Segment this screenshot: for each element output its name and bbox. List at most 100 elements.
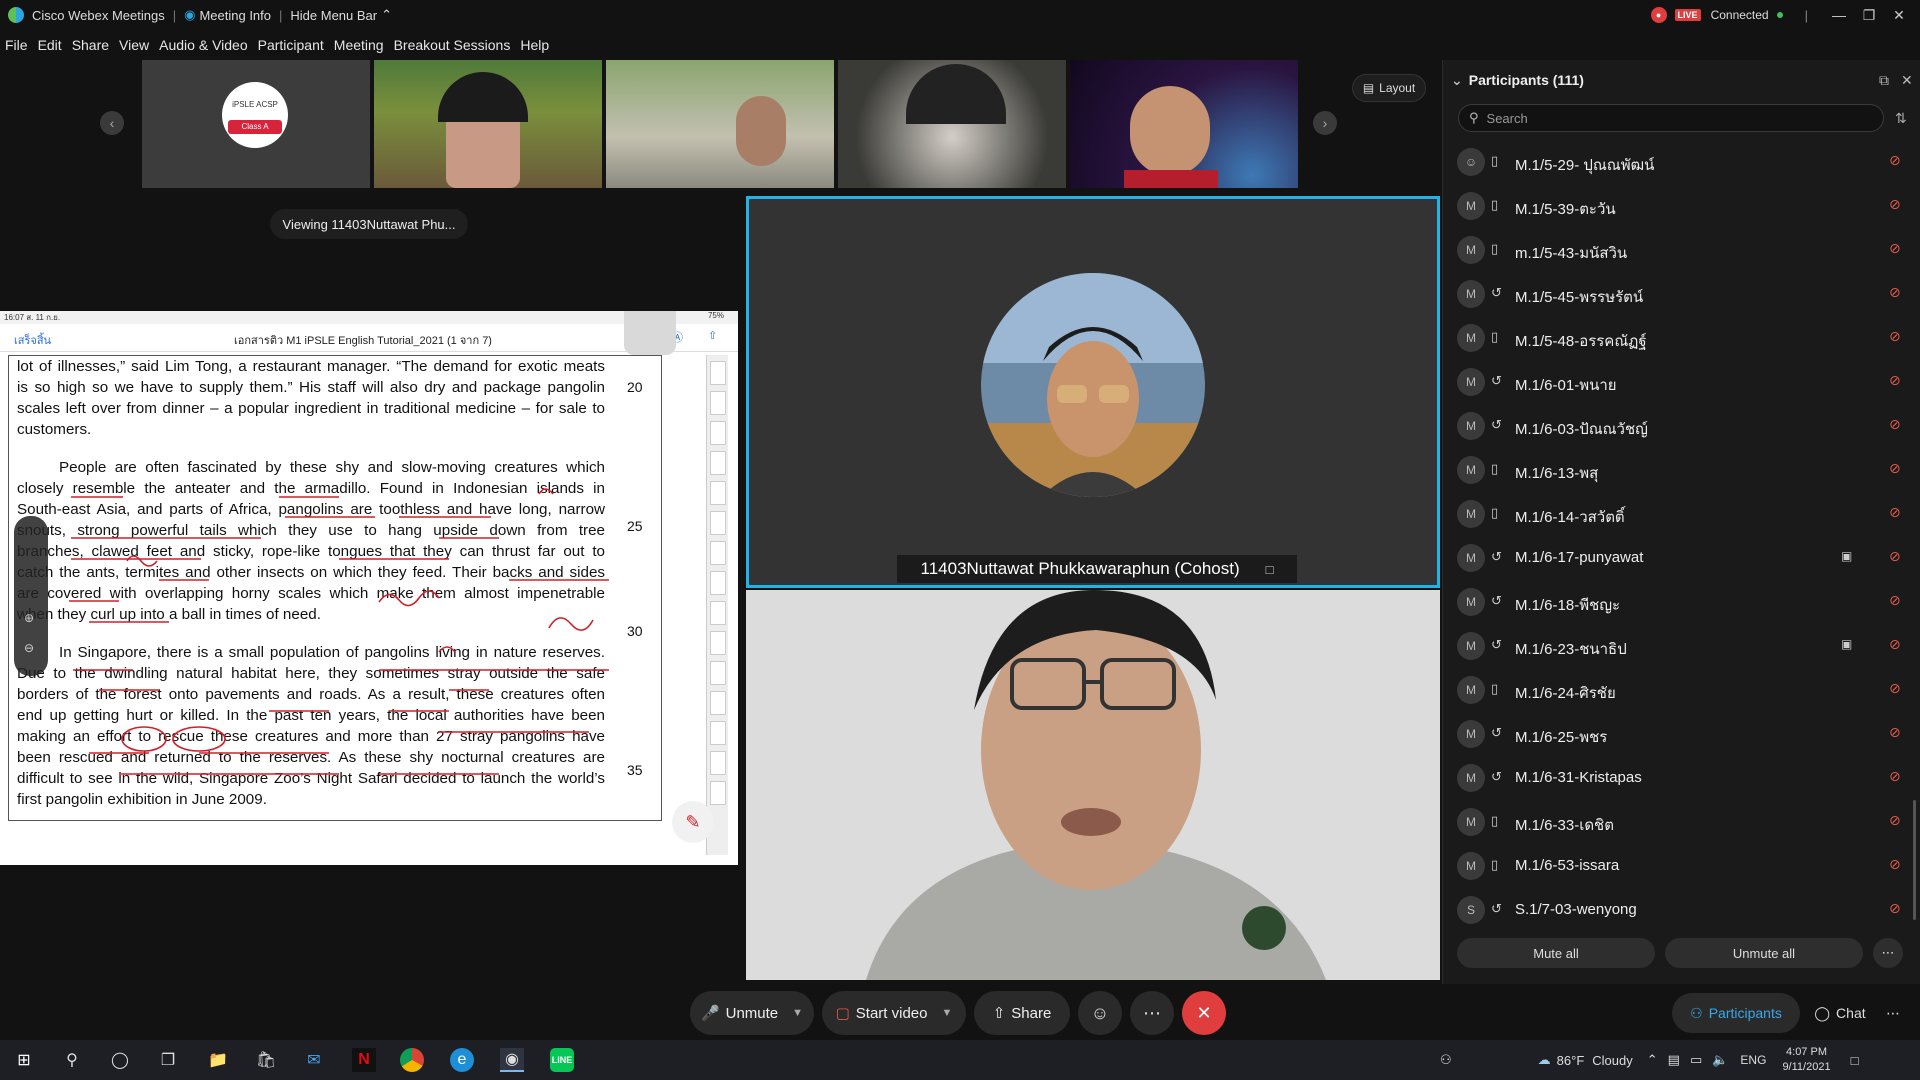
menu-share[interactable]: Share: [72, 37, 109, 53]
muted-mic-icon[interactable]: ⊘: [1889, 680, 1901, 697]
clock[interactable]: 4:07 PM 9/11/2021: [1782, 1045, 1830, 1075]
share-icon[interactable]: ⇧: [708, 329, 717, 342]
video-thumb-3[interactable]: [606, 60, 834, 188]
collapse-chevron-icon[interactable]: ⌄: [1451, 72, 1463, 89]
menu-participant[interactable]: Participant: [258, 37, 324, 53]
participant-row[interactable]: M ▯ M.1/5-39-ตะวัน ⊘: [1443, 184, 1920, 228]
video-thumb-2[interactable]: [374, 60, 602, 188]
input-language[interactable]: ENG: [1740, 1053, 1766, 1067]
muted-mic-icon[interactable]: ⊘: [1889, 856, 1901, 873]
shared-content[interactable]: 16:07 ส. 11 ก.ย. 75% เสร็จสิ้น เอกสารติว…: [0, 311, 738, 865]
page-thumbnails[interactable]: [706, 355, 728, 855]
presenter-video-tile[interactable]: [746, 590, 1440, 980]
chat-tab[interactable]: ◯ Chat: [1802, 993, 1878, 1033]
unmute-all-button[interactable]: Unmute all: [1665, 938, 1863, 968]
meeting-info-button[interactable]: Meeting Info: [199, 8, 271, 23]
close-panel-icon[interactable]: ✕: [1901, 72, 1913, 89]
cortana-icon[interactable]: ◯: [108, 1048, 132, 1072]
chevron-up-icon[interactable]: ⌃: [381, 7, 392, 23]
reactions-button[interactable]: ☺: [1078, 991, 1122, 1035]
mute-all-button[interactable]: Mute all: [1457, 938, 1655, 968]
muted-mic-icon[interactable]: ⊘: [1889, 196, 1901, 213]
participant-row[interactable]: M ▯ m.1/5-43-มนัสวิน ⊘: [1443, 228, 1920, 272]
store-icon[interactable]: 🛍: [254, 1048, 278, 1072]
participant-row[interactable]: M ↺ M.1/6-18-พีชญะ ⊘: [1443, 580, 1920, 624]
restore-button[interactable]: ❐: [1854, 7, 1884, 24]
edge-icon[interactable]: e: [450, 1048, 474, 1072]
muted-mic-icon[interactable]: ⊘: [1889, 372, 1901, 389]
sort-icon[interactable]: ⇅: [1895, 110, 1907, 127]
muted-mic-icon[interactable]: ⊘: [1889, 636, 1901, 653]
muted-mic-icon[interactable]: ⊘: [1889, 592, 1901, 609]
muted-mic-icon[interactable]: ⊘: [1889, 812, 1901, 829]
more-options-button[interactable]: ⋯: [1873, 938, 1903, 968]
volume-icon[interactable]: 🔈: [1712, 1052, 1728, 1068]
popout-icon[interactable]: ⧉: [1879, 72, 1889, 89]
more-button[interactable]: ⋯: [1130, 991, 1174, 1035]
people-icon[interactable]: ⚇: [1440, 1052, 1452, 1068]
leave-meeting-button[interactable]: ✕: [1182, 991, 1226, 1035]
active-speaker-tile[interactable]: 11403Nuttawat Phukkawaraphun (Cohost) □: [746, 196, 1440, 588]
file-explorer-icon[interactable]: 📁: [206, 1048, 230, 1072]
layout-button[interactable]: ▤ Layout: [1352, 74, 1426, 102]
windows-start-icon[interactable]: ⊞: [12, 1048, 36, 1072]
muted-mic-icon[interactable]: ⊘: [1889, 152, 1901, 169]
participant-row[interactable]: S ↺ S.1/7-03-wenyong ⊘: [1443, 888, 1920, 932]
close-window-button[interactable]: ✕: [1884, 7, 1914, 24]
mail-icon[interactable]: ✉: [302, 1048, 326, 1072]
menu-file[interactable]: File: [5, 37, 28, 53]
participant-row[interactable]: M ↺ M.1/6-03-ปัณณวัชญ์ ⊘: [1443, 404, 1920, 448]
participant-row[interactable]: M ↺ M.1/6-17-punyawat ▣ ⊘: [1443, 536, 1920, 580]
muted-mic-icon[interactable]: ⊘: [1889, 548, 1901, 565]
muted-mic-icon[interactable]: ⊘: [1889, 768, 1901, 785]
participants-tab[interactable]: ⚇ Participants: [1672, 993, 1800, 1033]
done-button[interactable]: เสร็จสิ้น: [14, 331, 51, 349]
zoom-out-icon[interactable]: ⊖: [24, 641, 34, 655]
muted-mic-icon[interactable]: ⊘: [1889, 900, 1901, 917]
menu-view[interactable]: View: [119, 37, 149, 53]
share-button[interactable]: ⇧ Share: [974, 991, 1070, 1035]
menu-help[interactable]: Help: [520, 37, 549, 53]
notification-icon[interactable]: □: [1851, 1053, 1859, 1068]
zoom-in-icon[interactable]: ⊕: [24, 611, 34, 625]
hide-menu-bar-button[interactable]: Hide Menu Bar: [290, 8, 377, 23]
netflix-icon[interactable]: N: [352, 1048, 376, 1072]
muted-mic-icon[interactable]: ⊘: [1889, 328, 1901, 345]
tray-chevron-icon[interactable]: ⌃: [1647, 1052, 1658, 1068]
muted-mic-icon[interactable]: ⊘: [1889, 284, 1901, 301]
recording-icon[interactable]: ●: [1650, 7, 1667, 23]
participant-search-input[interactable]: ⚲ Search: [1458, 104, 1884, 132]
webex-taskbar-icon[interactable]: ◉: [500, 1048, 524, 1072]
start-video-button[interactable]: ▢ Start video ▼: [822, 991, 966, 1035]
battery-icon[interactable]: ▭: [1690, 1052, 1702, 1068]
participant-row[interactable]: M ↺ M.1/6-25-พชร ⊘: [1443, 712, 1920, 756]
minimize-button[interactable]: —: [1824, 7, 1854, 23]
menu-breakout-sessions[interactable]: Breakout Sessions: [394, 37, 511, 53]
participant-row[interactable]: M ▯ M.1/6-24-ศิรชัย ⊘: [1443, 668, 1920, 712]
participant-row[interactable]: M ▯ M.1/6-14-วสวัตติ์ ⊘: [1443, 492, 1920, 536]
menu-meeting[interactable]: Meeting: [334, 37, 384, 53]
panel-scrollbar[interactable]: [1913, 800, 1916, 920]
strip-next-button[interactable]: ›: [1313, 111, 1337, 135]
muted-mic-icon[interactable]: ⊘: [1889, 416, 1901, 433]
chevron-down-icon[interactable]: ▼: [792, 1007, 803, 1019]
pencil-tool-icon[interactable]: ✎: [672, 801, 714, 843]
participant-row[interactable]: M ▯ M.1/5-48-อรรคณัฏฐ์ ⊘: [1443, 316, 1920, 360]
muted-mic-icon[interactable]: ⊘: [1889, 504, 1901, 521]
participant-row[interactable]: M ↺ M.1/6-01-พนาย ⊘: [1443, 360, 1920, 404]
muted-mic-icon[interactable]: ⊘: [1889, 724, 1901, 741]
participant-row[interactable]: M ▯ M.1/6-53-issara ⊘: [1443, 844, 1920, 888]
participant-row[interactable]: ☺ ▯ M.1/5-29- ปุณณพัฒน์ ⊘: [1443, 140, 1920, 184]
video-thumb-1[interactable]: iPSLE ACSP Class A: [142, 60, 370, 188]
participant-row[interactable]: M ↺ M.1/5-45-พรรษรัตน์ ⊘: [1443, 272, 1920, 316]
participant-row[interactable]: M ▯ M.1/6-33-เดชิต ⊘: [1443, 800, 1920, 844]
task-view-icon[interactable]: ❐: [156, 1048, 180, 1072]
participant-row[interactable]: M ↺ M.1/6-31-Kristapas ⊘: [1443, 756, 1920, 800]
video-thumb-5[interactable]: [1070, 60, 1298, 188]
line-app-icon[interactable]: LINE: [550, 1048, 574, 1072]
menu-audio-video[interactable]: Audio & Video: [159, 37, 247, 53]
chevron-down-icon[interactable]: ▼: [942, 1007, 953, 1019]
muted-mic-icon[interactable]: ⊘: [1889, 240, 1901, 257]
participant-row[interactable]: M ↺ M.1/6-23-ชนาธิป ▣ ⊘: [1443, 624, 1920, 668]
muted-mic-icon[interactable]: ⊘: [1889, 460, 1901, 477]
